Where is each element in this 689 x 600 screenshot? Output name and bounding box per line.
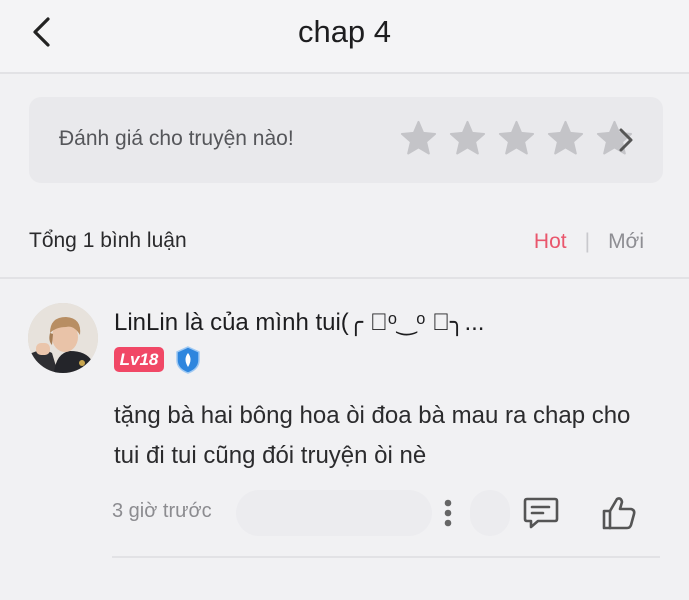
action-placeholder (236, 490, 432, 536)
star-icon[interactable] (497, 119, 536, 158)
comment-username[interactable]: LinLin là của mình tui(╭ ⃘ᵒ‿ᵒ ⃘╮... (114, 308, 484, 337)
comment-icon (523, 497, 559, 529)
comment-sort-tabs: Hot | Mới (534, 230, 644, 254)
action-placeholder (470, 490, 510, 536)
user-photo-icon (28, 303, 98, 373)
page-title: chap 4 (297, 14, 392, 49)
tab-newest[interactable]: Mới (608, 230, 644, 254)
star-rating[interactable] (399, 119, 634, 158)
star-icon[interactable] (546, 119, 585, 158)
comment-timestamp: 3 giờ trước (112, 500, 212, 522)
top-bar: chap 4 (0, 0, 689, 74)
comment-count: Tổng 1 bình luận (29, 229, 187, 252)
rate-story-card[interactable]: Đánh giá cho truyện nào! (29, 97, 663, 183)
star-icon[interactable] (448, 119, 487, 158)
tab-hot[interactable]: Hot (534, 230, 567, 254)
like-button[interactable] (600, 494, 638, 532)
thumbs-up-icon (602, 497, 636, 530)
more-vertical-icon (444, 499, 452, 527)
more-options-button[interactable] (436, 495, 460, 531)
star-icon[interactable] (399, 119, 438, 158)
section-divider (0, 277, 689, 279)
rating-prompt: Đánh giá cho truyện nào! (59, 127, 294, 150)
tab-separator: | (584, 230, 591, 253)
comments-screen: chap 4 Đánh giá cho truyện nào! Tổng 1 b… (0, 0, 689, 600)
reply-button[interactable] (522, 495, 560, 531)
shield-badge-icon (176, 346, 200, 374)
chevron-right-icon (619, 128, 633, 152)
comment-text: tặng bà hai bông hoa òi đoa bà mau ra ch… (114, 402, 631, 469)
comment-divider (112, 556, 660, 558)
avatar[interactable] (28, 303, 98, 373)
level-badge: Lv18 (114, 347, 164, 372)
